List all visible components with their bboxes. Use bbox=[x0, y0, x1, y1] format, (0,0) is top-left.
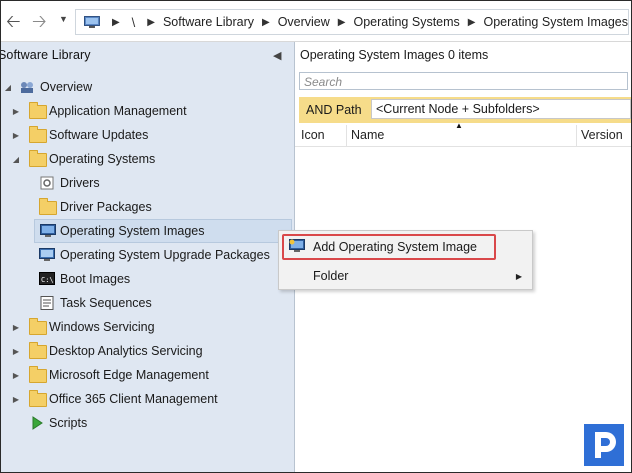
drivers-icon bbox=[40, 176, 56, 190]
breadcrumb-operating-system-images[interactable]: Operating System Images bbox=[483, 15, 628, 29]
menu-item-label: Folder bbox=[313, 269, 349, 283]
collapsed-arrow-icon[interactable]: ▶ bbox=[11, 371, 21, 380]
tree-item-label: Task Sequences bbox=[60, 296, 152, 310]
collapsed-arrow-icon[interactable]: ▶ bbox=[11, 323, 21, 332]
list-title: Operating System Images 0 items bbox=[300, 48, 489, 62]
expanded-arrow-icon[interactable]: ◢ bbox=[11, 155, 21, 164]
task-sequence-icon bbox=[40, 296, 56, 310]
expanded-arrow-icon[interactable]: ◢ bbox=[3, 83, 13, 92]
folder-icon bbox=[29, 390, 47, 407]
tree-item-label: Boot Images bbox=[60, 272, 131, 286]
column-name[interactable]: Name bbox=[351, 128, 384, 142]
collapsed-arrow-icon[interactable]: ▶ bbox=[11, 395, 21, 404]
folder-icon bbox=[29, 342, 47, 359]
breadcrumb-separator-icon: ▶ bbox=[467, 16, 476, 28]
column-version[interactable]: Version bbox=[581, 128, 623, 142]
column-header: Icon Name Version bbox=[295, 125, 631, 147]
breadcrumb-separator-icon: ▶ bbox=[111, 16, 120, 28]
breadcrumb[interactable]: ▶ \ ▶ Software Library ▶ Overview ▶ Oper… bbox=[75, 9, 629, 35]
navigation-pane: Software Library ◀ ◢ Overview ▶ Applicat… bbox=[1, 42, 295, 472]
submenu-arrow-icon: ▶ bbox=[515, 271, 522, 281]
breadcrumb-separator-icon: ▶ bbox=[147, 16, 155, 28]
os-image-icon bbox=[40, 224, 56, 238]
pane-title: Software Library bbox=[0, 48, 91, 62]
folder-icon bbox=[29, 366, 47, 383]
tree-item-label: Windows Servicing bbox=[49, 320, 155, 334]
collapsed-arrow-icon[interactable]: ▶ bbox=[11, 131, 21, 140]
breadcrumb-operating-systems[interactable]: Operating Systems bbox=[353, 15, 459, 29]
tree-item-label: Software Updates bbox=[49, 128, 149, 142]
tree-item-label: Microsoft Edge Management bbox=[49, 368, 209, 382]
menu-item-folder[interactable]: Folder ▶ bbox=[279, 265, 532, 287]
os-upgrade-icon bbox=[39, 248, 55, 262]
tree-item-operating-system-images[interactable]: Operating System Images bbox=[34, 219, 292, 243]
tree-item-label: Driver Packages bbox=[60, 200, 152, 214]
forward-arrow-icon[interactable]: 🡢 bbox=[32, 12, 47, 30]
folder-icon bbox=[29, 150, 47, 167]
tree-item-label: Scripts bbox=[49, 416, 88, 430]
back-arrow-icon[interactable]: 🡠 bbox=[6, 12, 21, 30]
boot-image-icon: C:\ bbox=[39, 272, 55, 286]
search-input[interactable]: Search bbox=[299, 72, 628, 90]
console-icon bbox=[84, 16, 100, 28]
collapsed-arrow-icon[interactable]: ▶ bbox=[11, 347, 21, 356]
tree-item-label: Operating Systems bbox=[49, 152, 156, 166]
console-window: 🡠 🡢 ▼ ▶ \ ▶ Software Library ▶ Overview … bbox=[0, 0, 632, 473]
svg-text:C:\: C:\ bbox=[41, 276, 54, 284]
tree-item-label: Desktop Analytics Servicing bbox=[49, 344, 203, 358]
breadcrumb-overview[interactable]: Overview bbox=[278, 15, 330, 29]
folder-icon bbox=[29, 318, 47, 335]
column-icon[interactable]: Icon bbox=[301, 128, 325, 142]
add-os-image-icon bbox=[289, 239, 305, 256]
tree-item-label: Application Management bbox=[49, 104, 187, 118]
folder-icon bbox=[29, 126, 47, 143]
history-dropdown-icon[interactable]: ▼ bbox=[59, 14, 68, 24]
folder-icon bbox=[39, 198, 57, 215]
folder-icon bbox=[29, 102, 47, 119]
tree-item-label: Office 365 Client Management bbox=[49, 392, 218, 406]
scripts-icon bbox=[30, 416, 46, 430]
filter-path-field[interactable]: <Current Node + Subfolders> bbox=[371, 99, 631, 119]
column-divider[interactable] bbox=[576, 125, 577, 146]
overview-icon bbox=[19, 80, 35, 94]
column-divider[interactable] bbox=[346, 125, 347, 146]
filter-bar: AND Path <Current Node + Subfolders> bbox=[299, 97, 631, 123]
address-bar: 🡠 🡢 ▼ ▶ \ ▶ Software Library ▶ Overview … bbox=[1, 1, 631, 42]
tree-item-label: Operating System Upgrade Packages bbox=[60, 248, 270, 262]
filter-label: AND Path bbox=[306, 103, 362, 117]
watermark-logo bbox=[584, 424, 624, 466]
collapsed-arrow-icon[interactable]: ▶ bbox=[11, 107, 21, 116]
tree-item-label: Drivers bbox=[60, 176, 100, 190]
breadcrumb-separator-icon: ▶ bbox=[337, 16, 346, 28]
collapse-pane-icon[interactable]: ◀ bbox=[273, 49, 281, 62]
breadcrumb-software-library[interactable]: Software Library bbox=[163, 15, 254, 29]
menu-item-add-operating-system-image[interactable]: Add Operating System Image bbox=[279, 236, 532, 258]
menu-item-label: Add Operating System Image bbox=[313, 240, 477, 254]
breadcrumb-separator-icon: ▶ bbox=[261, 16, 270, 28]
context-menu: Add Operating System Image Folder ▶ bbox=[278, 230, 533, 290]
tree-item-label: Operating System Images bbox=[60, 224, 205, 238]
tree-item-label: Overview bbox=[40, 80, 93, 94]
breadcrumb-root[interactable]: \ bbox=[132, 15, 136, 30]
